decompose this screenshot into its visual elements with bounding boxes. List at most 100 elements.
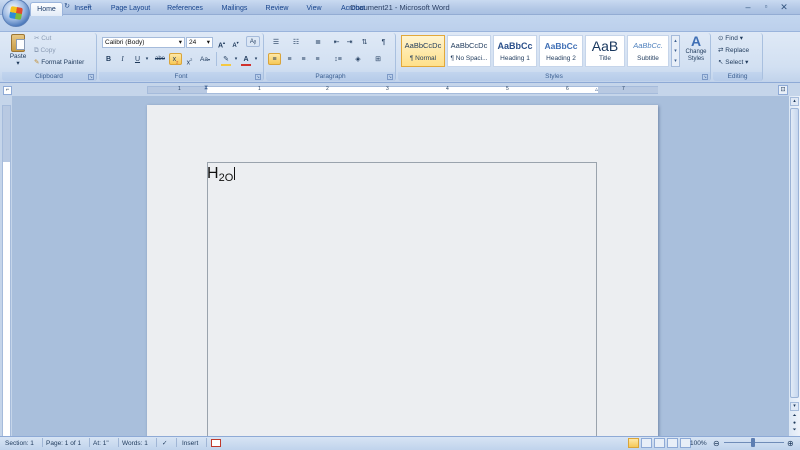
strikethrough-button[interactable]: abe xyxy=(153,54,167,65)
scroll-thumb[interactable] xyxy=(790,108,799,398)
scroll-up-button[interactable]: ▴ xyxy=(790,97,799,106)
paste-button[interactable]: Paste ▾ xyxy=(7,34,29,68)
shrink-font-button[interactable]: A▾ xyxy=(230,37,241,49)
tab-page-layout[interactable]: Page Layout xyxy=(104,2,157,16)
macro-record-icon[interactable] xyxy=(211,439,221,447)
align-center-button[interactable]: ≡ xyxy=(284,54,295,65)
clear-formatting-button[interactable]: Aᵦ xyxy=(246,36,260,47)
highlight-button[interactable]: ✎ xyxy=(220,54,232,66)
align-left-button[interactable]: ≡ xyxy=(268,53,281,65)
next-page-icon[interactable]: ⏷ xyxy=(790,427,799,434)
previous-page-icon[interactable]: ⏶ xyxy=(790,413,799,420)
maximize-button[interactable]: ▫ xyxy=(758,1,774,13)
style-name: ¶ No Spaci... xyxy=(450,55,488,62)
align-center-icon: ≡ xyxy=(287,56,292,63)
paragraph-group-label: Paragraph xyxy=(266,72,395,81)
word-count[interactable]: Words: 1 xyxy=(122,437,148,450)
paste-dropdown-icon[interactable]: ▾ xyxy=(7,60,29,67)
find-button[interactable]: ⊙ Find ▾ xyxy=(718,34,743,43)
position-indicator[interactable]: At: 1" xyxy=(93,437,109,450)
scroll-down-button[interactable]: ▾ xyxy=(790,402,799,411)
right-indent-marker-icon[interactable]: ▵ xyxy=(595,86,598,93)
office-button[interactable] xyxy=(2,0,30,27)
font-size-select[interactable]: 24 ▾ xyxy=(186,37,213,48)
highlight-dropdown-icon[interactable]: ▾ xyxy=(233,54,239,65)
zoom-out-icon[interactable]: ⊖ xyxy=(713,437,720,450)
style-subtitle[interactable]: AaBbCc. Subtitle xyxy=(627,35,669,67)
copy-button[interactable]: ⧉ Copy xyxy=(34,46,56,55)
tab-selector-icon[interactable]: ⌐ xyxy=(3,86,12,95)
cut-button[interactable]: ✂ Cut xyxy=(34,34,51,43)
increase-indent-button[interactable]: ⇥ xyxy=(344,37,355,48)
tab-acrobat[interactable]: Acrobat xyxy=(333,2,373,16)
style-no-spacing[interactable]: AaBbCcDc ¶ No Spaci... xyxy=(447,35,491,67)
vertical-scrollbar[interactable]: ▴ ▾ ⏶ ● ⏷ xyxy=(789,96,800,436)
multilevel-list-button[interactable]: ≣ xyxy=(310,37,326,48)
bullets-button[interactable]: ☰ xyxy=(269,37,283,48)
styles-launcher-icon[interactable]: ↘ xyxy=(702,74,708,80)
style-heading-1[interactable]: AaBbCc Heading 1 xyxy=(493,35,537,67)
tab-references[interactable]: References xyxy=(161,2,209,16)
web-layout-icon[interactable] xyxy=(654,438,665,448)
subscript-button[interactable]: x2 xyxy=(169,53,182,65)
zoom-in-icon[interactable]: ⊕ xyxy=(787,437,794,450)
tab-insert[interactable]: Insert xyxy=(67,2,99,16)
sort-button[interactable]: ⇅ xyxy=(359,37,370,48)
underline-dropdown-icon[interactable]: ▾ xyxy=(144,54,150,65)
bold-button[interactable]: B xyxy=(103,54,114,65)
grow-font-button[interactable]: A▴ xyxy=(216,37,227,49)
insert-mode[interactable]: Insert xyxy=(182,437,198,450)
format-painter-button[interactable]: ✎ Format Painter xyxy=(34,58,84,67)
view-ruler-button[interactable]: ⊡ xyxy=(778,85,788,95)
proofing-icon[interactable]: ✓ xyxy=(162,437,167,450)
change-case-button[interactable]: Aa▾ xyxy=(198,54,212,65)
select-button[interactable]: ↖ Select ▾ xyxy=(718,58,748,67)
full-screen-reading-icon[interactable] xyxy=(641,438,652,448)
zoom-level[interactable]: 100% xyxy=(690,437,707,450)
text-o: O xyxy=(224,172,234,184)
decrease-indent-button[interactable]: ⇤ xyxy=(331,37,342,48)
borders-button[interactable]: ⊞ xyxy=(370,54,386,65)
superscript-button[interactable]: x2 xyxy=(184,54,195,66)
underline-button[interactable]: U xyxy=(132,54,143,65)
font-color-dropdown-icon[interactable]: ▾ xyxy=(253,54,259,65)
font-color-button[interactable]: A xyxy=(240,54,252,66)
replace-button[interactable]: ⇄ Replace xyxy=(718,46,749,55)
align-right-button[interactable]: ≡ xyxy=(298,54,309,65)
paragraph-launcher-icon[interactable]: ↘ xyxy=(387,74,393,80)
indent-marker-icon[interactable]: ⧗ xyxy=(204,85,208,92)
browse-object-icon[interactable]: ● xyxy=(790,420,799,427)
style-title[interactable]: AaB Title xyxy=(585,35,625,67)
vertical-ruler[interactable] xyxy=(2,105,11,437)
zoom-slider-thumb[interactable] xyxy=(751,438,755,447)
tab-mailings[interactable]: Mailings xyxy=(214,2,255,16)
align-left-icon: ≡ xyxy=(272,56,277,63)
tab-home[interactable]: Home xyxy=(30,2,63,16)
line-spacing-button[interactable]: ↕≡ xyxy=(330,54,346,65)
tab-review[interactable]: Review xyxy=(258,2,296,16)
horizontal-ruler[interactable]: 1 1 2 3 4 5 6 7 ⧗ ▵ xyxy=(147,85,658,94)
numbering-button[interactable]: ☷ xyxy=(289,37,303,48)
clipboard-launcher-icon[interactable]: ↘ xyxy=(88,74,94,80)
style-normal[interactable]: AaBbCcDc ¶ Normal xyxy=(401,35,445,67)
document-text[interactable]: H2O xyxy=(207,165,236,184)
font-launcher-icon[interactable]: ↘ xyxy=(255,74,261,80)
tab-view[interactable]: View xyxy=(299,2,329,16)
minimize-button[interactable]: – xyxy=(740,1,756,13)
section-indicator[interactable]: Section: 1 xyxy=(5,437,34,450)
shading-button[interactable]: ◈ xyxy=(350,54,366,65)
font-name-select[interactable]: Calibri (Body) ▾ xyxy=(102,37,185,48)
outline-view-icon[interactable] xyxy=(667,438,678,448)
close-button[interactable]: ✕ xyxy=(776,1,792,13)
style-heading-2[interactable]: AaBbCc Heading 2 xyxy=(539,35,583,67)
page-indicator[interactable]: Page: 1 of 1 xyxy=(46,437,81,450)
font-group-label: Font xyxy=(99,72,263,81)
justify-button[interactable]: ≡ xyxy=(312,54,323,65)
show-formatting-button[interactable]: ¶ xyxy=(378,37,389,48)
borders-icon: ⊞ xyxy=(375,56,381,63)
italic-button[interactable]: I xyxy=(117,54,128,65)
print-layout-view-icon[interactable] xyxy=(628,438,639,448)
styles-gallery-scroll[interactable]: ▴ ▾ ▾ xyxy=(671,35,680,67)
change-styles-button[interactable]: A Change Styles xyxy=(682,34,710,70)
font-size-value: 24 xyxy=(189,39,197,46)
